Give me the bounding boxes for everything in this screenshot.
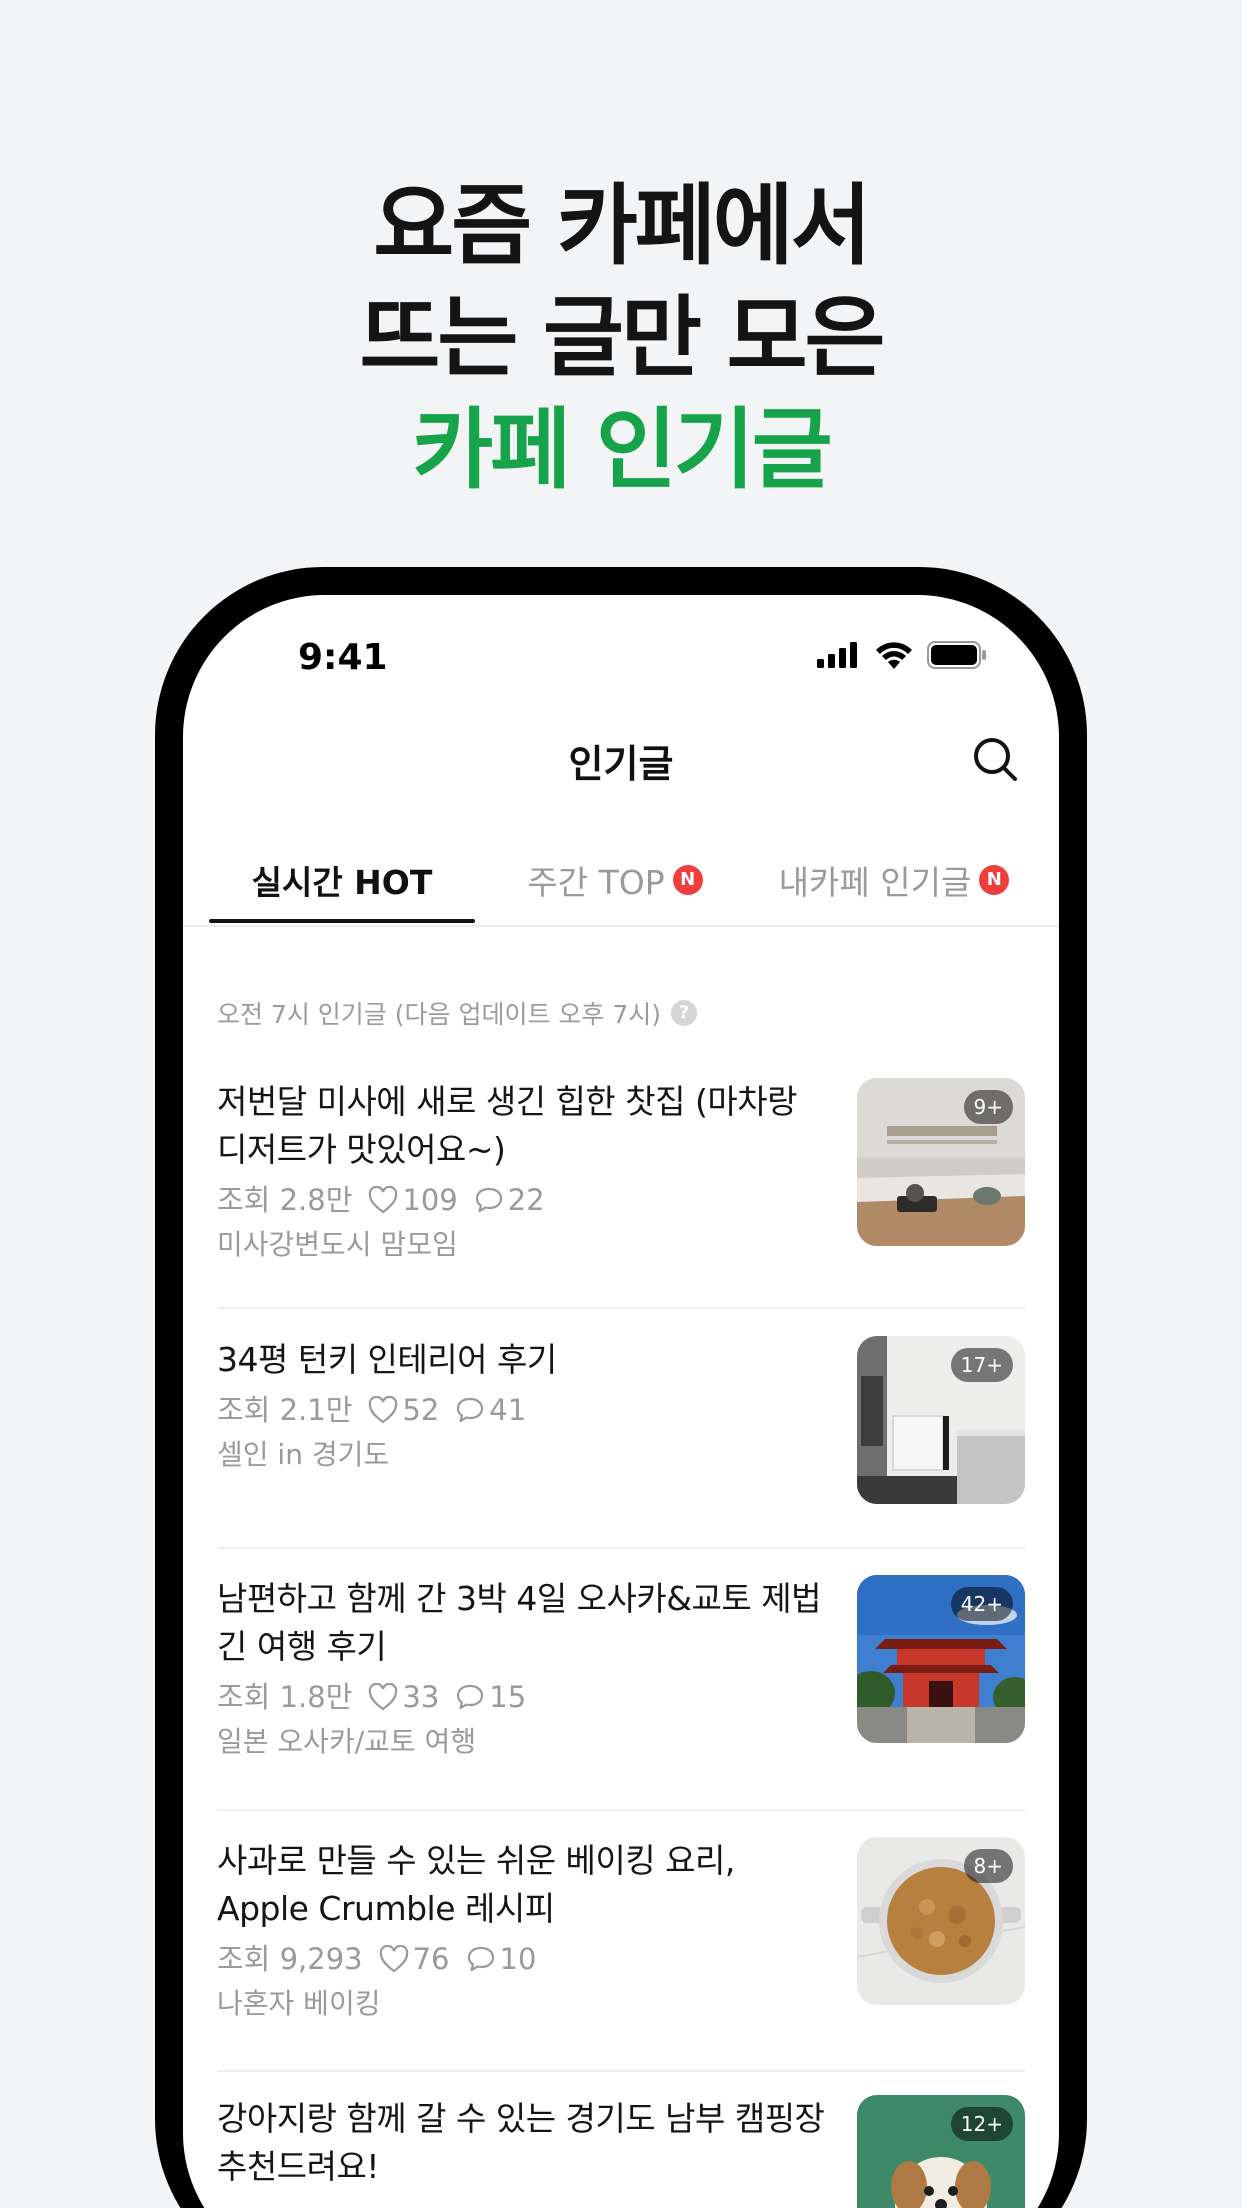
search-icon: [974, 738, 1017, 781]
tab-bar: 실시간 HOT 주간 TOP N 내카페 인기글 N: [209, 845, 1033, 923]
post-title: 저번달 미사에 새로 생긴 힙한 찻집 (마차랑 디저트가 맛있어요~): [217, 1078, 827, 1174]
tab-realtime-hot[interactable]: 실시간 HOT: [209, 845, 475, 923]
image-count-badge: 8+: [963, 1849, 1013, 1883]
image-count-badge: 42+: [950, 1587, 1013, 1621]
image-count-badge: 17+: [950, 1348, 1013, 1382]
tab-label: 내카페 인기글: [778, 863, 972, 902]
post-likes: 33: [402, 1680, 440, 1714]
comment-icon: [467, 1946, 494, 1972]
status-bar: 9:41: [183, 595, 1059, 695]
comment-icon: [457, 1397, 484, 1423]
post-item[interactable]: 저번달 미사에 새로 생긴 힙한 찻집 (마차랑 디저트가 맛있어요~) 조회 …: [217, 1078, 1025, 1278]
nav-header: 인기글: [183, 705, 1059, 805]
update-notice: 오전 7시 인기글 (다음 업데이트 오후 7시) ?: [217, 995, 698, 1031]
post-thumbnail: 17+: [857, 1336, 1025, 1504]
headline-line-1: 요즘 카페에서: [373, 174, 871, 277]
help-icon[interactable]: ?: [671, 1000, 698, 1026]
post-title-line: Apple Crumble 레시피: [217, 1889, 555, 1928]
heart-icon: [369, 1186, 398, 1214]
post-title-line: 남편하고 함께 간 3박 4일 오사카&교토 제법: [217, 1579, 821, 1618]
post-title-line: 사과로 만들 수 있는 쉬운 베이킹 요리,: [217, 1841, 735, 1880]
post-comments: 22: [507, 1183, 545, 1217]
post-title-line: 강아지랑 함께 갈 수 있는 경기도 남부 캠핑장: [217, 2099, 825, 2138]
post-item[interactable]: 34평 턴키 인테리어 후기 조회 2.1만 52 41 셀인 in 경기도 1…: [217, 1336, 1025, 1536]
tabs-divider: [183, 925, 1059, 927]
post-thumbnail: 8+: [857, 1837, 1025, 2005]
page-title: 인기글: [568, 742, 674, 786]
post-views: 조회 1.8만: [217, 1680, 353, 1714]
post-thumbnail: 42+: [857, 1575, 1025, 1743]
post-title-line: 추천드려요!: [217, 2147, 380, 2186]
post-views: 조회 2.1만: [217, 1393, 353, 1427]
heart-icon: [369, 1396, 398, 1424]
heart-icon: [369, 1683, 398, 1711]
post-item[interactable]: 남편하고 함께 간 3박 4일 오사카&교토 제법 긴 여행 후기 조회 1.8…: [217, 1575, 1025, 1805]
new-badge: N: [979, 865, 1010, 895]
tab-weekly-top[interactable]: 주간 TOP N: [475, 845, 755, 915]
post-divider: [217, 1547, 1025, 1549]
post-title: 남편하고 함께 간 3박 4일 오사카&교토 제법 긴 여행 후기: [217, 1575, 827, 1671]
search-button[interactable]: [971, 735, 1019, 783]
signal-icon: [817, 642, 857, 668]
promo-headline: 요즘 카페에서 뜨는 글만 모은 카페 인기글: [0, 170, 1242, 506]
comment-icon: [457, 1684, 484, 1710]
post-likes: 109: [402, 1183, 458, 1217]
post-likes: 52: [402, 1393, 440, 1427]
post-comments: 15: [489, 1680, 527, 1714]
new-badge: N: [672, 865, 703, 895]
tab-label: 주간 TOP: [527, 863, 665, 902]
post-title-line: 34평 턴키 인테리어 후기: [217, 1340, 557, 1379]
post-views: 조회 2.8만: [217, 1183, 353, 1217]
post-title: 강아지랑 함께 갈 수 있는 경기도 남부 캠핑장 추천드려요!: [217, 2095, 827, 2191]
post-divider: [217, 1307, 1025, 1309]
image-count-badge: 12+: [950, 2107, 1013, 2141]
status-time: 9:41: [298, 637, 388, 678]
comment-icon: [475, 1187, 502, 1213]
post-divider: [217, 1809, 1025, 1811]
post-title-line: 저번달 미사에 새로 생긴 힙한 찻집 (마차랑: [217, 1082, 797, 1121]
post-thumbnail: 9+: [857, 1078, 1025, 1246]
post-divider: [217, 2070, 1025, 2072]
post-thumbnail: 12+: [857, 2095, 1025, 2208]
post-views: 조회 9,293: [217, 1942, 363, 1976]
post-comments: 41: [489, 1393, 527, 1427]
post-title: 사과로 만들 수 있는 쉬운 베이킹 요리, Apple Crumble 레시피: [217, 1837, 827, 1933]
phone-screen: 9:41 인기글 실시간 HOT 주간 TOP N 내카페 인기글 N 오전 7…: [183, 595, 1059, 2208]
tab-label: 실시간 HOT: [251, 863, 433, 902]
headline-line-3: 카페 인기글: [412, 398, 832, 501]
post-item[interactable]: 사과로 만들 수 있는 쉬운 베이킹 요리, Apple Crumble 레시피…: [217, 1837, 1025, 2067]
phone-frame: 9:41 인기글 실시간 HOT 주간 TOP N 내카페 인기글 N 오전 7…: [155, 567, 1087, 2208]
headline-line-2: 뜨는 글만 모은: [359, 286, 885, 389]
image-count-badge: 9+: [963, 1090, 1013, 1124]
battery-icon: [927, 641, 986, 669]
wifi-icon: [876, 642, 912, 669]
post-item[interactable]: 강아지랑 함께 갈 수 있는 경기도 남부 캠핑장 추천드려요! 12+: [217, 2095, 1025, 2208]
heart-icon: [379, 1945, 408, 1973]
post-title: 34평 턴키 인테리어 후기: [217, 1336, 827, 1384]
status-icons: [817, 641, 987, 669]
post-title-line: 긴 여행 후기: [217, 1627, 387, 1666]
post-title-line: 디저트가 맛있어요~): [217, 1130, 506, 1169]
post-comments: 10: [499, 1942, 537, 1976]
tab-my-cafe-popular[interactable]: 내카페 인기글 N: [755, 845, 1033, 915]
notice-text: 오전 7시 인기글 (다음 업데이트 오후 7시): [217, 1000, 662, 1029]
post-likes: 76: [412, 1942, 450, 1976]
